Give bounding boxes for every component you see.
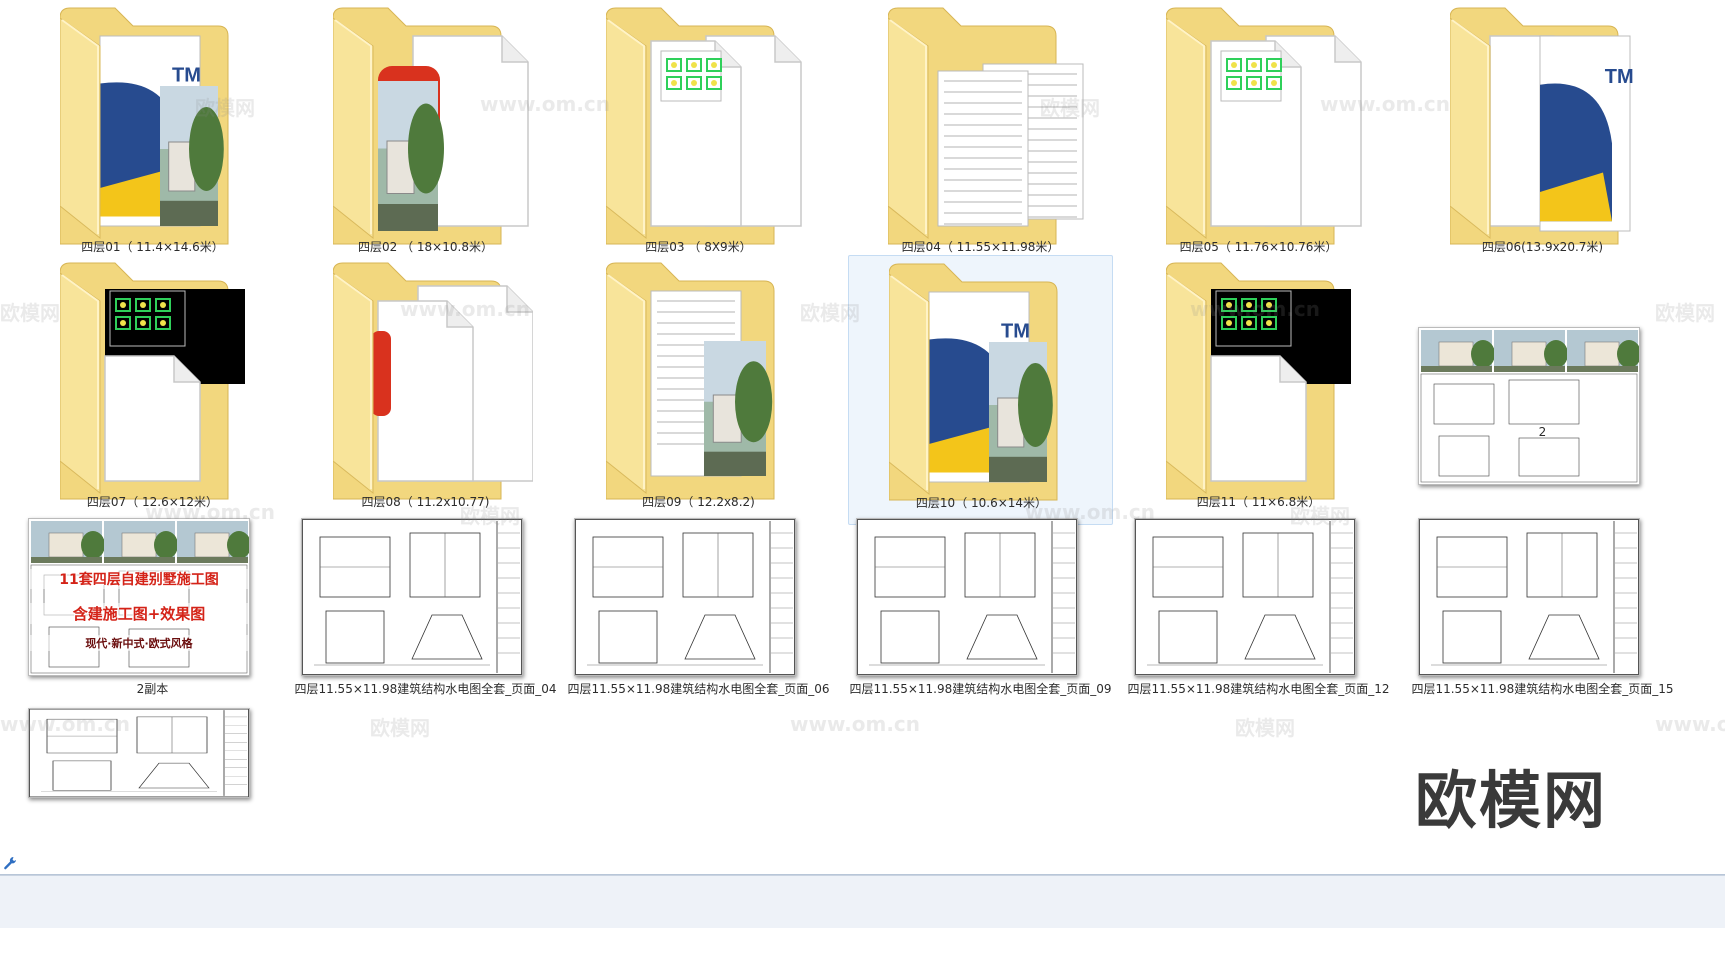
folder-icon (332, 6, 533, 246)
file-name-label: 四层01（ 11.4×14.6米） (81, 240, 224, 254)
folder-icon: TM (888, 262, 1089, 502)
file-name-label: 2副本 (136, 682, 169, 696)
folder-item[interactable]: TM 四层10（ 10.6×14米） (848, 255, 1113, 525)
file-name-label: 四层09（ 12.2x8.2) (642, 495, 755, 509)
file-name-label: 四层11.55×11.98建筑结构水电图全套_页面_04 (294, 682, 557, 696)
drawing-thumbnail (1134, 518, 1356, 676)
poster-text-line: 现代·新中式·欧式风格 (29, 635, 249, 651)
image-file-item[interactable]: 2 (1410, 255, 1675, 525)
file-name-label: 四层05（ 11.76×10.76米） (1179, 240, 1338, 254)
image-file-item[interactable]: 四层11.55×11.98建筑结构水电图全套_页面_04 (293, 510, 558, 780)
folder-icon (605, 261, 806, 501)
file-name-label: 四层08（ 11.2x10.77) (361, 495, 490, 509)
folder-item[interactable]: 四层07（ 12.6×12米） (20, 255, 285, 525)
svg-text:TM: TM (1605, 66, 1634, 88)
folder-icon: TM (1449, 6, 1650, 246)
folder-icon (605, 6, 806, 246)
folder-item[interactable]: 四层11（ 11×6.8米） (1126, 255, 1391, 525)
folder-icon: TM (59, 6, 260, 246)
drawing-thumbnail (301, 518, 523, 676)
poster-text-line: 含建施工图+效果图 (29, 603, 249, 624)
svg-text:TM: TM (172, 65, 201, 87)
folder-item[interactable]: 四层09（ 12.2x8.2) (566, 255, 831, 525)
drawing-thumbnail (574, 518, 796, 676)
wrench-icon[interactable] (2, 855, 18, 871)
file-name-label: 四层11.55×11.98建筑结构水电图全套_页面_15 (1411, 682, 1674, 696)
file-name-label: 四层07（ 12.6×12米） (86, 495, 219, 509)
folder-icon (1165, 261, 1366, 501)
file-name-label: 四层11.55×11.98建筑结构水电图全套_页面_12 (1127, 682, 1390, 696)
folder-icon (1165, 6, 1366, 246)
poster-thumbnail: 11套四层自建别墅施工图 含建施工图+效果图现代·新中式·欧式风格 (28, 518, 250, 676)
file-name-label: 四层06(13.9x20.7米) (1481, 240, 1604, 254)
file-name-label: 四层11.55×11.98建筑结构水电图全套_页面_06 (567, 682, 830, 696)
file-view: TM 四层01（ 11.4×14.6米） 四层02 （ 18×10.8米） 四层03 … (0, 0, 1725, 875)
poster-text-line: 11套四层自建别墅施工图 (29, 569, 249, 589)
folder-item[interactable]: 四层08（ 11.2x10.77) (293, 255, 558, 525)
folder-item[interactable]: 四层02 （ 18×10.8米） (293, 0, 558, 270)
file-name-label: 四层11.55×11.98建筑结构水电图全套_页面_09 (849, 682, 1112, 696)
render-thumbnail (1418, 327, 1640, 485)
folder-icon (332, 261, 534, 501)
drawing-thumbnail (1418, 518, 1640, 676)
file-name-label: 四层11（ 11×6.8米） (1196, 495, 1321, 509)
folder-icon (59, 261, 260, 501)
folder-item[interactable]: 四层04（ 11.55×11.98米） (848, 0, 1113, 270)
watermark-logo: 欧模网 (1415, 764, 1608, 837)
file-name-label: 四层03 （ 8X9米） (645, 240, 752, 254)
folder-icon (887, 6, 1088, 246)
folder-item[interactable]: TM 四层06(13.9x20.7米) (1410, 0, 1675, 270)
file-name-label: 四层10（ 10.6×14米） (915, 496, 1048, 510)
status-bar (0, 875, 1725, 928)
drawing-thumbnail (28, 708, 250, 798)
folder-item[interactable]: 四层05（ 11.76×10.76米） (1126, 0, 1391, 270)
folder-item[interactable]: 四层03 （ 8X9米） (566, 0, 831, 270)
image-file-item[interactable] (20, 700, 285, 970)
folder-item[interactable]: TM 四层01（ 11.4×14.6米） (20, 0, 285, 270)
file-name-label: 2 (1538, 425, 1547, 439)
drawing-thumbnail (856, 518, 1078, 676)
file-name-label: 四层02 （ 18×10.8米） (358, 240, 493, 254)
image-file-item[interactable]: 四层11.55×11.98建筑结构水电图全套_页面_09 (848, 510, 1113, 780)
image-file-item[interactable]: 四层11.55×11.98建筑结构水电图全套_页面_12 (1126, 510, 1391, 780)
file-name-label: 四层04（ 11.55×11.98米） (901, 240, 1060, 254)
image-file-item[interactable]: 四层11.55×11.98建筑结构水电图全套_页面_15 (1410, 510, 1675, 780)
svg-text:TM: TM (1001, 321, 1030, 343)
image-file-item[interactable]: 四层11.55×11.98建筑结构水电图全套_页面_06 (566, 510, 831, 780)
